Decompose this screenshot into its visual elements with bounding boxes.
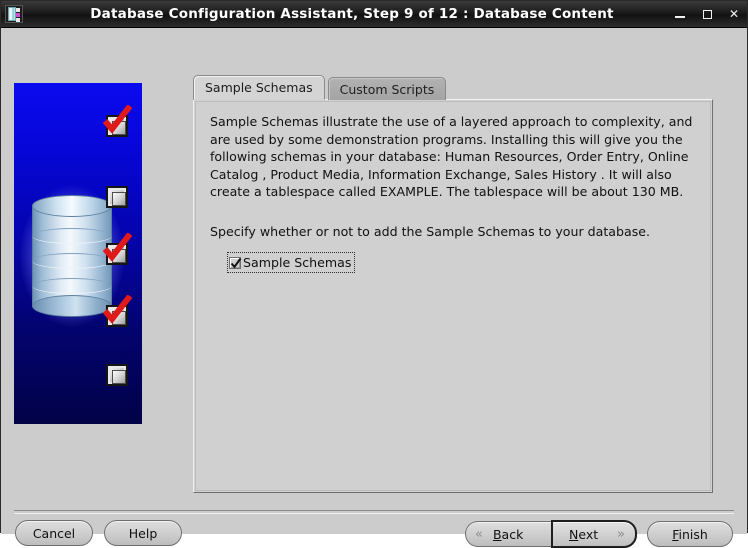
footer-separator: [14, 510, 734, 514]
banner-step-marker-checked: [103, 105, 133, 137]
tab-label: Sample Schemas: [205, 80, 313, 95]
banner-step-marker-unchecked: [106, 364, 128, 386]
tab-strip: Sample Schemas Custom Scripts: [193, 75, 447, 100]
checkbox-box[interactable]: [229, 256, 242, 269]
navigation-button-group: « Back Next »: [465, 520, 637, 548]
cancel-button-label: Cancel: [32, 525, 76, 541]
next-button-label: Next: [569, 526, 599, 542]
footer-left-buttons: Cancel Help: [15, 520, 182, 546]
description-text: Sample Schemas illustrate the use of a l…: [210, 114, 693, 199]
close-icon[interactable]: ✕: [727, 7, 741, 21]
help-button-label: Help: [128, 525, 158, 541]
help-button[interactable]: Help: [104, 520, 182, 546]
finish-button-label: Finish: [672, 526, 708, 542]
minimize-icon[interactable]: [673, 7, 687, 21]
next-button[interactable]: Next »: [551, 520, 637, 548]
chevron-left-icon: «: [475, 526, 483, 542]
footer-right-buttons: « Back Next » Finish: [465, 520, 733, 548]
finish-button[interactable]: Finish: [647, 521, 733, 547]
client-area: Sample Schemas Custom Scripts Sample Sch…: [1, 28, 747, 548]
back-button-label: Back: [492, 526, 524, 542]
banner-step-marker-checked: [103, 233, 133, 265]
maximize-icon[interactable]: [700, 7, 714, 21]
sample-schemas-checkbox[interactable]: Sample Schemas: [227, 252, 356, 273]
banner-step-marker-checked: [103, 295, 133, 327]
database-cylinder-icon: [32, 195, 112, 317]
tab-custom-scripts[interactable]: Custom Scripts: [327, 77, 447, 100]
instruction-text: Specify whether or not to add the Sample…: [210, 223, 651, 239]
content-panel: Sample Schemas illustrate the use of a l…: [193, 99, 713, 493]
window-title: Database Configuration Assistant, Step 9…: [90, 6, 614, 22]
back-button[interactable]: « Back: [465, 521, 551, 547]
checkmark-icon: [230, 257, 242, 268]
database-app-icon: [5, 5, 23, 23]
content-panel-inner: Sample Schemas illustrate the use of a l…: [195, 101, 711, 491]
checkbox-label: Sample Schemas: [243, 255, 352, 270]
title-bar[interactable]: Database Configuration Assistant, Step 9…: [1, 1, 747, 28]
chevron-right-icon: »: [617, 526, 625, 542]
tab-label: Custom Scripts: [339, 82, 435, 97]
wizard-banner-graphic: [14, 83, 142, 424]
window-controls: ✕: [673, 1, 741, 27]
banner-step-marker-unchecked: [106, 186, 128, 208]
cancel-button[interactable]: Cancel: [15, 520, 93, 546]
tab-sample-schemas[interactable]: Sample Schemas: [193, 75, 325, 100]
application-window: Database Configuration Assistant, Step 9…: [0, 0, 748, 548]
